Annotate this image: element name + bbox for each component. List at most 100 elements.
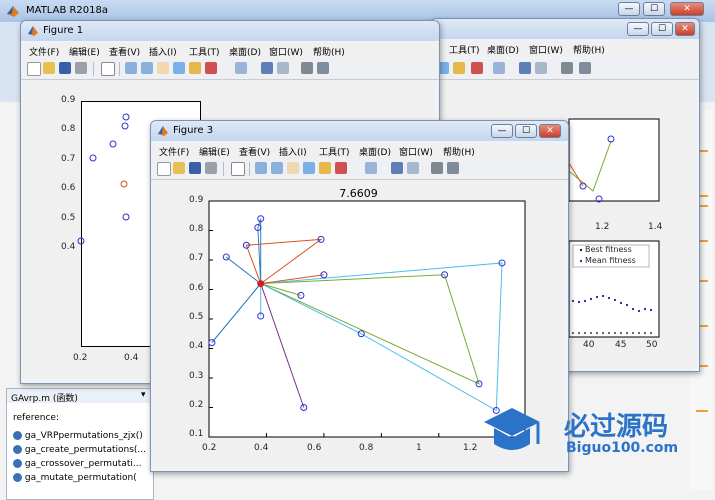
colorbar-icon[interactable] [261,62,273,74]
pan-icon[interactable] [287,162,299,174]
legend-entry-mean: Mean fitness [585,256,636,265]
colorbar-icon[interactable] [391,162,403,174]
menu-view[interactable]: 查看(V) [109,45,140,58]
zoom-out-icon[interactable] [271,162,283,174]
close-button[interactable]: ✕ [670,2,704,16]
x-tick-label: 0.2 [73,353,88,363]
legend-icon[interactable] [407,162,419,174]
pan-icon[interactable] [157,62,169,74]
brush-icon[interactable] [205,62,217,74]
app-title: MATLAB R2018a [26,5,109,16]
figure1-title: Figure 1 [43,25,84,36]
link-icon[interactable] [235,62,247,74]
hide-tools-icon[interactable] [301,62,313,74]
print-icon[interactable] [205,162,217,174]
maximize-button[interactable]: ☐ [515,124,537,138]
minimize-button[interactable]: — [491,124,513,138]
menu-window[interactable]: 窗口(W) [529,43,563,56]
y-tick-label: 0.5 [189,312,204,322]
new-figure-icon[interactable] [157,162,171,176]
x-tick-label: 0.4 [124,353,139,363]
rotate-icon[interactable] [303,162,315,174]
link-icon[interactable] [493,62,505,74]
reference-label: reference: [13,413,60,423]
y-tick-label: 0.2 [189,400,204,410]
figure3-toolbar [151,159,568,180]
menu-insert[interactable]: 插入(I) [279,145,307,158]
save-icon[interactable] [59,62,71,74]
x-tick-label: 1 [416,443,422,453]
depot-point [257,280,265,288]
function-icon [13,473,22,482]
menu-window[interactable]: 窗口(W) [399,145,433,158]
function-item[interactable]: ga_mutate_permutation( [13,473,137,483]
function-icon [13,445,22,454]
figure1-menubar: 文件(F) 编辑(E) 查看(V) 插入(I) 工具(T) 桌面(D) 窗口(W… [21,43,439,59]
save-icon[interactable] [189,162,201,174]
function-item[interactable]: ga_create_permutations(... [13,445,146,455]
dock-icon[interactable] [579,62,591,74]
menu-edit[interactable]: 编辑(E) [199,145,230,158]
new-figure-icon[interactable] [27,62,41,76]
datacursor-icon[interactable] [453,62,465,74]
close-button[interactable]: ✕ [539,124,561,138]
zoom-in-icon[interactable] [125,62,137,74]
y-tick-label: 0.7 [61,154,76,164]
hide-tools-icon[interactable] [431,162,443,174]
brush-icon[interactable] [471,62,483,74]
menu-view[interactable]: 查看(V) [239,145,270,158]
x-tick-label: 1.4 [648,222,663,232]
hide-tools-icon[interactable] [561,62,573,74]
link-icon[interactable] [365,162,377,174]
x-tick-label: 0.8 [359,443,374,453]
y-tick-label: 0.6 [189,283,204,293]
y-tick-label: 0.9 [189,195,204,205]
menu-tools[interactable]: 工具(T) [319,145,350,158]
pointer-icon[interactable] [231,162,245,176]
watermark: 必过源码 Biguo100.com [482,402,712,464]
figure2-titlebar: — ☐ ✕ [431,19,699,39]
open-icon[interactable] [173,162,185,174]
menu-insert[interactable]: 插入(I) [149,45,177,58]
x-tick-label: 45 [615,340,627,350]
maximize-button[interactable]: ☐ [651,22,673,36]
menu-edit[interactable]: 编辑(E) [69,45,100,58]
close-button[interactable]: ✕ [675,22,695,36]
datacursor-icon[interactable] [189,62,201,74]
zoom-out-icon[interactable] [141,62,153,74]
dock-icon[interactable] [447,162,459,174]
x-tick-label: 50 [646,340,658,350]
y-tick-label: 0.8 [61,124,76,134]
legend-icon[interactable] [535,62,547,74]
open-icon[interactable] [43,62,55,74]
minimize-button[interactable]: — [627,22,649,36]
menu-tools[interactable]: 工具(T) [449,43,480,56]
y-tick-label: 0.7 [189,253,204,263]
menu-help[interactable]: 帮助(H) [443,145,475,158]
legend-icon[interactable] [277,62,289,74]
datacursor-icon[interactable] [319,162,331,174]
menu-desktop[interactable]: 桌面(D) [487,43,519,56]
chevron-down-icon[interactable]: ▾ [141,390,146,400]
menu-help[interactable]: 帮助(H) [573,43,605,56]
dock-icon[interactable] [317,62,329,74]
menu-tools[interactable]: 工具(T) [189,45,220,58]
maximize-button[interactable]: ☐ [643,2,665,16]
menu-desktop[interactable]: 桌面(D) [359,145,391,158]
x-tick-label: 1.2 [595,222,610,232]
pointer-icon[interactable] [101,62,115,76]
menu-help[interactable]: 帮助(H) [313,45,345,58]
menu-desktop[interactable]: 桌面(D) [229,45,261,58]
figure3-menubar: 文件(F) 编辑(E) 查看(V) 插入(I) 工具(T) 桌面(D) 窗口(W… [151,143,568,159]
brush-icon[interactable] [335,162,347,174]
function-item[interactable]: ga_VRPpermutations_zjx() [13,431,143,441]
menu-window[interactable]: 窗口(W) [269,45,303,58]
zoom-in-icon[interactable] [255,162,267,174]
rotate-icon[interactable] [173,62,185,74]
colorbar-icon[interactable] [519,62,531,74]
function-item[interactable]: ga_crossover_permutati... [13,459,141,469]
menu-file[interactable]: 文件(F) [159,145,189,158]
minimize-button[interactable]: — [618,2,640,16]
menu-file[interactable]: 文件(F) [29,45,59,58]
print-icon[interactable] [75,62,87,74]
